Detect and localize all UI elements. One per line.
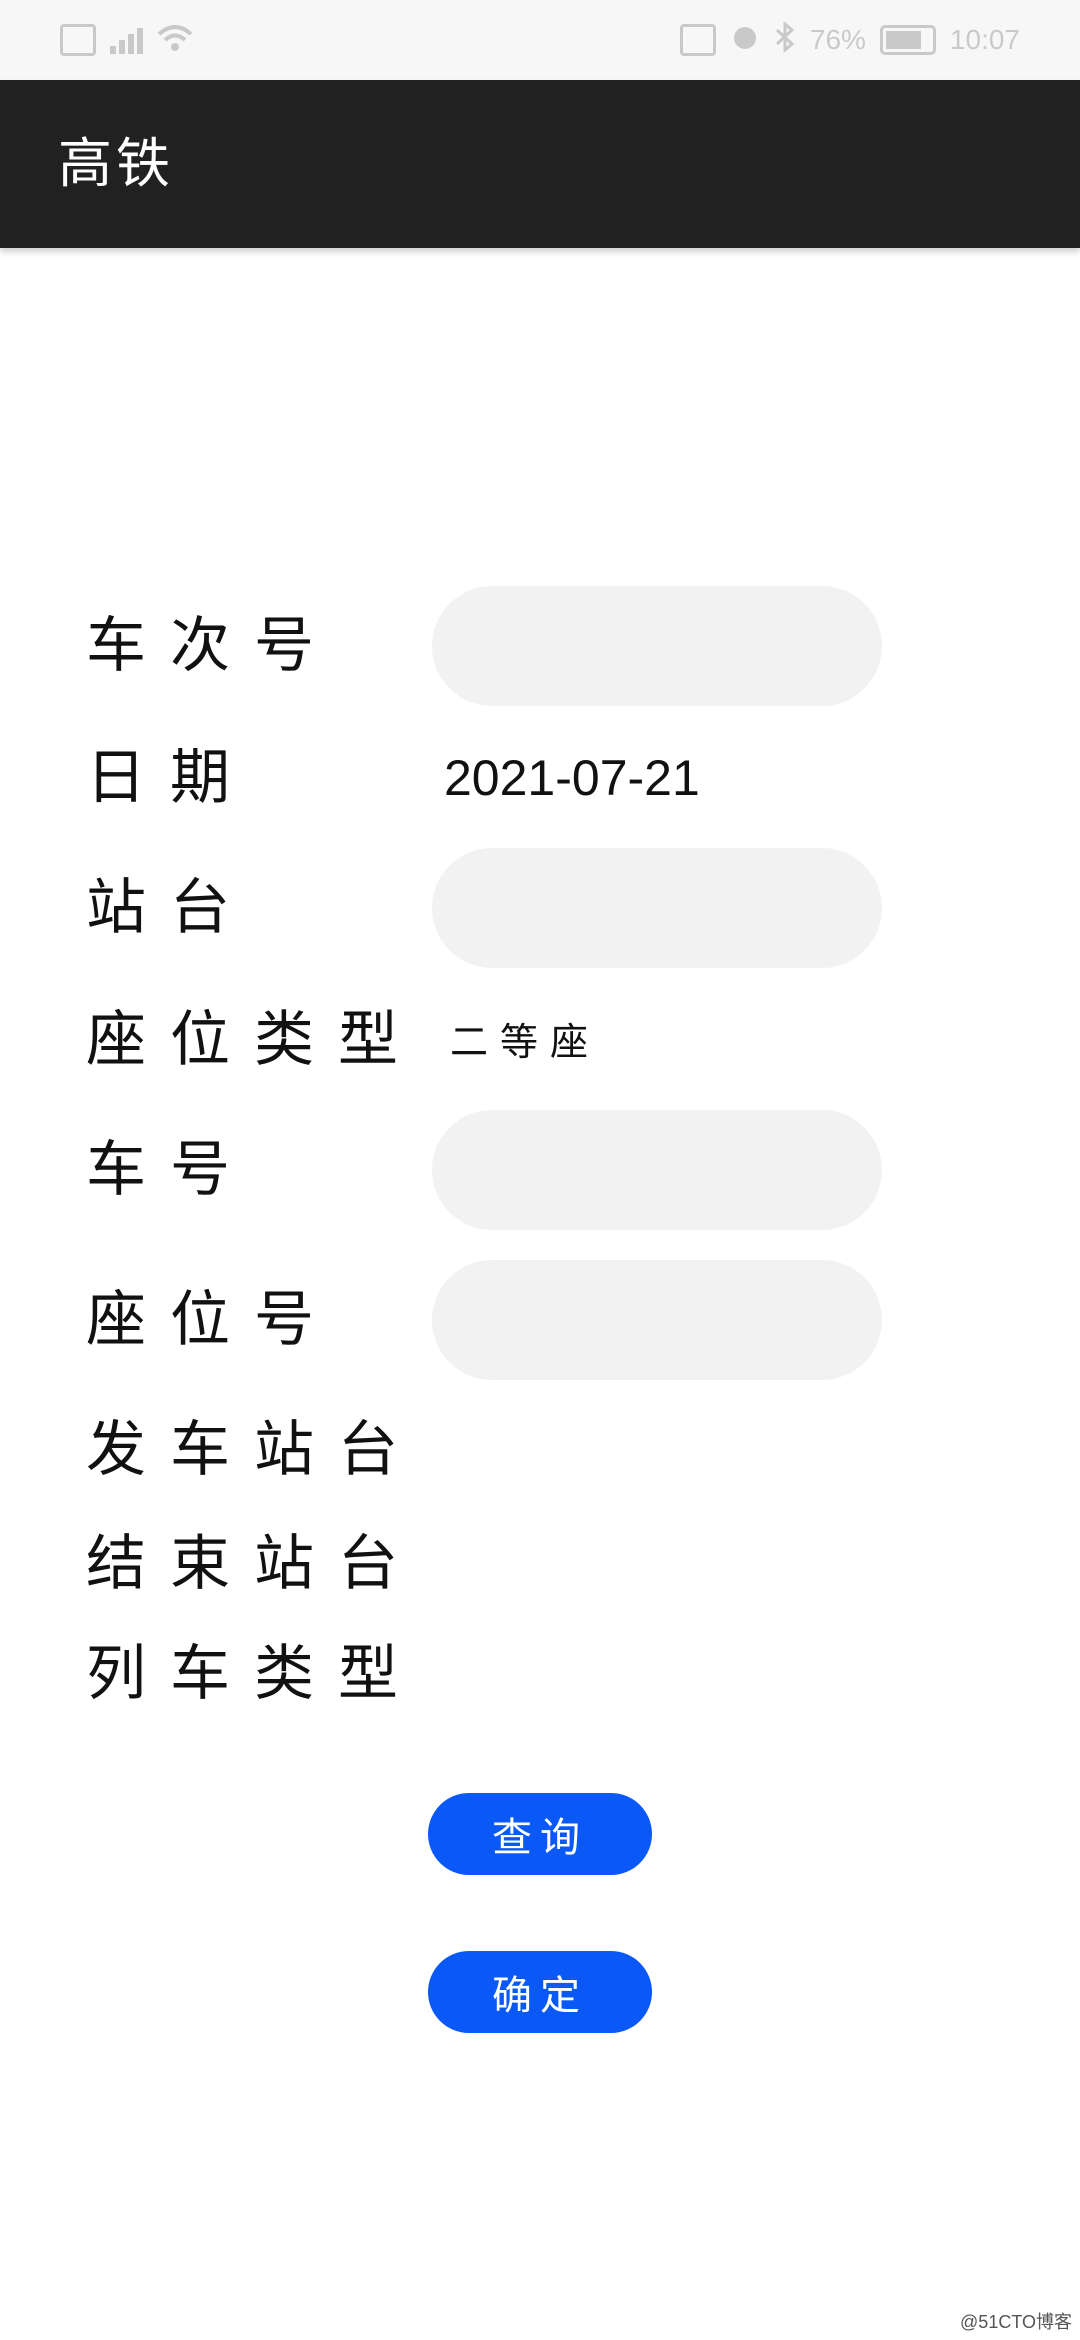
bluetooth-icon — [774, 20, 796, 59]
watermark: @51CTO博客 — [960, 2312, 1072, 2332]
wifi-icon — [157, 24, 193, 56]
train-number-input[interactable] — [432, 586, 882, 706]
date-label: 日期 — [86, 743, 254, 813]
train-type-label: 列车类型 — [86, 1639, 422, 1709]
alarm-icon — [730, 22, 760, 59]
query-button[interactable]: 查询 — [428, 1793, 652, 1875]
status-time: 10:07 — [949, 24, 1020, 55]
seat-type-label: 座位类型 — [86, 1005, 422, 1075]
confirm-button[interactable]: 确定 — [428, 1951, 652, 2033]
departure-station-label: 发车站台 — [86, 1415, 422, 1485]
seat-number-label: 座位号 — [86, 1285, 338, 1355]
seat-number-input[interactable] — [432, 1260, 882, 1380]
status-left-icons — [60, 22, 193, 58]
seat-type-value[interactable]: 二等座 — [450, 1018, 600, 1066]
status-bar: 76% 10:07 — [0, 0, 1080, 80]
end-station-label: 结束站台 — [86, 1529, 422, 1599]
nfc-icon — [679, 24, 716, 56]
app-bar: 高铁 — [0, 80, 1080, 248]
station-input[interactable] — [432, 848, 882, 968]
sim-icon — [60, 24, 96, 56]
app-title: 高铁 — [58, 132, 174, 195]
battery-icon — [879, 25, 936, 55]
car-number-label: 车号 — [86, 1135, 254, 1205]
signal-icon — [110, 26, 143, 54]
station-label: 站台 — [86, 873, 254, 943]
train-number-label: 车次号 — [86, 611, 338, 681]
status-right-icons: 76% 10:07 — [679, 20, 1020, 59]
date-value[interactable]: 2021-07-21 — [444, 748, 700, 808]
battery-percent: 76% — [809, 24, 866, 55]
car-number-input[interactable] — [432, 1110, 882, 1230]
